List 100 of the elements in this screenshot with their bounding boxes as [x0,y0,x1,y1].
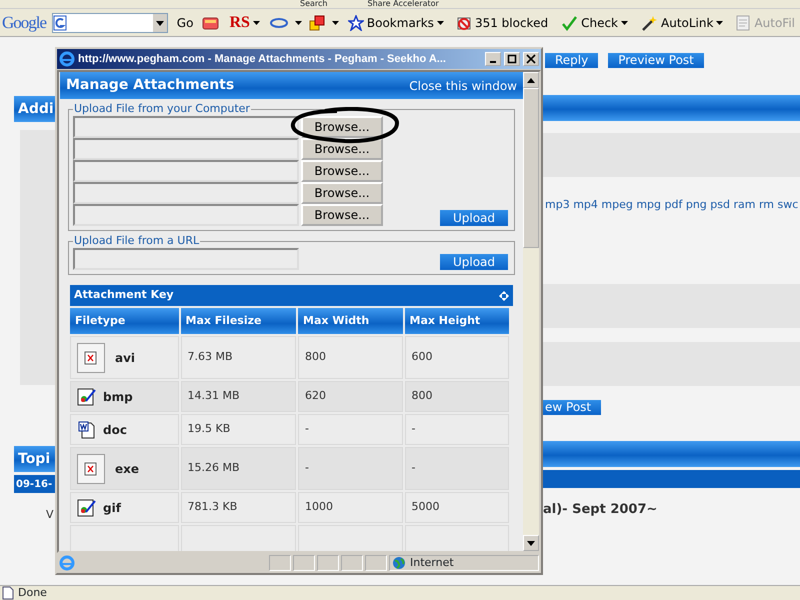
toolbar-button[interactable]: RS [226,10,263,34]
table-cell: 15.26 MB [180,447,296,490]
post-button[interactable]: Reply [545,53,598,68]
down-arrow-icon[interactable] [527,540,535,546]
table-cell: 800 [404,381,509,412]
toolbar-button[interactable]: 351 blocked [452,14,552,32]
caret-icon [252,20,260,24]
table-cell-text: gif [103,500,121,516]
table-title: Attachment Key [74,287,174,304]
zone-label: Internet [410,554,454,571]
wand-icon [640,14,658,32]
toolbar-label[interactable]: Search [300,0,328,8]
table-cell-text: exe [115,460,140,478]
status-pane [341,555,363,571]
table-cell: 14.31 MB [180,381,296,412]
column-header: Filetype [70,308,178,334]
post-button[interactable]: Preview Post [608,53,704,68]
maximize-icon[interactable] [507,54,517,64]
post-button[interactable]: ew Post [543,400,602,414]
table-cell-text: doc [103,422,127,438]
spellcheck-icon [560,14,578,32]
table-cell: - [404,447,509,490]
google-logo: Google [2,12,46,34]
browse-button[interactable]: Browse... [301,204,383,226]
status-text: Done [18,584,47,600]
browse-button[interactable]: Browse... [301,116,383,138]
caret-icon [621,20,628,24]
table-cell: 7.63 MB [180,336,296,379]
thread-title: al)- Sept 2007~ [543,500,658,518]
caret-icon [716,20,724,24]
blocks-icon[interactable] [308,14,326,32]
table-cell: 781.3 KB [180,492,296,523]
table-cell-text: avi [115,350,136,366]
table-cell: 600 [404,336,509,379]
status-pane [317,555,339,571]
section-header: Topi [14,446,55,472]
browse-button[interactable]: Browse... [301,182,383,204]
image-file-icon [77,498,97,518]
file-path-field[interactable] [73,204,299,226]
url-field[interactable] [73,248,299,270]
file-path-field[interactable] [73,116,299,138]
scroll-down-button[interactable] [523,535,539,551]
table-cell: - [404,414,509,445]
close-button[interactable] [523,52,539,66]
search-engine-icon [53,14,68,30]
toolbar-button[interactable]: Bookmarks [344,14,447,32]
table-cell: 5000 [404,492,509,523]
close-icon[interactable] [526,54,536,64]
globe-icon [392,556,406,570]
upload-button[interactable]: Upload [440,210,508,226]
table-cell: 800 [298,336,402,379]
file-path-field[interactable] [73,138,299,160]
extensions-text: mp3 mp4 mpeg mpg pdf png psd ram rm swc [544,197,800,213]
blocked-icon [456,14,472,30]
thread-text: V [46,507,55,523]
section-header: Addi [14,96,55,122]
close-window-link[interactable]: Close this window [409,76,517,94]
collapse-icon[interactable] [499,290,509,300]
column-header: Max Height [404,308,509,334]
column-header: Max Width [298,308,402,334]
scroll-up-button[interactable] [523,72,539,88]
dialog-title: Manage Attachments [66,76,234,95]
upload-button[interactable]: Upload [440,254,508,270]
minimize-button[interactable] [485,52,501,66]
browse-button[interactable]: Browse... [301,160,383,182]
fieldset-legend: Upload File from a URL [73,234,200,248]
file-path-field[interactable] [73,160,299,182]
go-button[interactable]: Go [174,14,196,32]
table-cell: 19.5 KB [180,414,296,445]
toolbar-button[interactable]: AutoLink [637,14,726,32]
fieldset-legend: Upload File from your Computer [73,102,251,116]
table-cell: - [298,447,402,490]
caret-icon[interactable] [294,20,302,24]
maximize-button[interactable] [504,52,520,66]
status-pane [293,555,315,571]
caret-icon [436,20,444,24]
toolbar-label[interactable]: Share Accelerator [367,0,439,8]
caret-icon[interactable] [332,20,339,24]
document-icon [77,420,97,440]
broken-image-icon [77,342,105,372]
form-icon [735,14,752,32]
browser-icon [59,51,75,67]
ie-logo-icon [59,555,75,571]
date-header: 09-16- [14,475,55,493]
search-field[interactable] [52,12,168,32]
window-title: http://www.pegham.com - Manage Attachments - Pegham - Seekho A... [78,52,447,67]
file-path-field[interactable] [73,182,299,204]
star-icon [348,14,364,30]
status-pane [269,555,291,571]
table-cell: 620 [298,381,402,412]
column-header: Max Filesize [180,308,296,334]
status-pane [365,555,387,571]
toolbar-button[interactable]: Check [557,14,631,32]
scrollbar-thumb[interactable] [523,88,539,248]
broken-image-icon [77,454,105,484]
up-arrow-icon[interactable] [527,78,535,82]
table-cell: - [298,414,402,445]
cards-icon[interactable] [202,14,220,30]
table-cell: 1000 [298,492,402,523]
table-cell-text: bmp [103,388,133,406]
